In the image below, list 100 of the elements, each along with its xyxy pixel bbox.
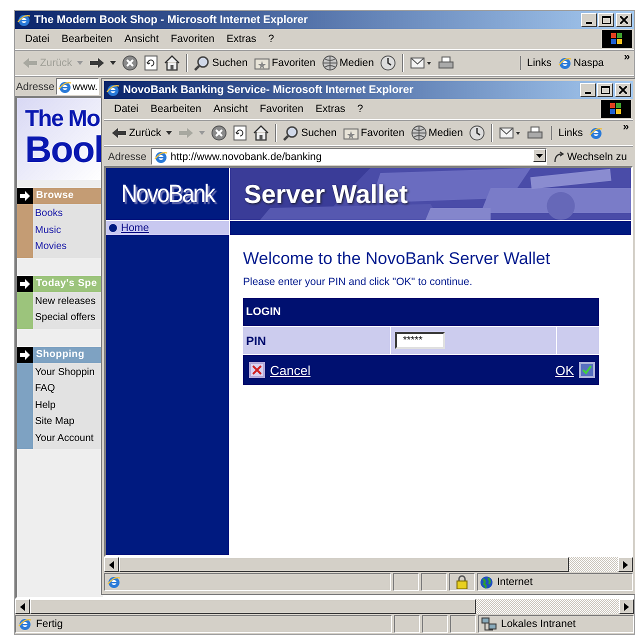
maximize-button[interactable] <box>598 13 614 27</box>
clock-icon <box>468 125 485 141</box>
sidebar-item[interactable]: Your Shoppin <box>33 364 103 381</box>
menu-item[interactable]: ? <box>351 103 370 115</box>
status-pane <box>393 573 419 591</box>
menu-item[interactable]: Datei <box>108 103 145 115</box>
caret-icon <box>166 131 172 135</box>
caret-icon <box>199 131 206 135</box>
maximize-button[interactable] <box>597 83 613 97</box>
cancel-icon <box>249 362 265 378</box>
page-icon <box>154 150 168 164</box>
sidebar-link[interactable]: Music <box>33 222 103 239</box>
printer-icon <box>526 126 543 140</box>
address-field[interactable]: www. <box>56 78 99 95</box>
network-icon <box>481 617 497 631</box>
section-heading: Today's Spe <box>33 276 103 292</box>
scroll-left-button[interactable] <box>15 599 30 614</box>
menu-item[interactable]: Ansicht <box>207 103 254 115</box>
scroll-right-button[interactable] <box>618 557 633 572</box>
back-arrow-icon <box>111 127 127 139</box>
close-icon <box>619 86 627 94</box>
banner-title: Server Wallet <box>244 178 408 210</box>
scroll-left-button[interactable] <box>104 557 119 572</box>
star-folder-icon <box>342 126 359 140</box>
window-title: The Modern Book Shop - Microsoft Internet Explorer <box>34 14 309 26</box>
back-button[interactable]: Zurück <box>108 127 176 139</box>
ie-icon <box>588 126 603 140</box>
dropdown-button[interactable] <box>533 149 546 162</box>
caret-icon <box>110 61 116 65</box>
forward-arrow-icon <box>89 57 106 69</box>
section-heading: Browse <box>33 188 103 204</box>
curved-arrow-icon <box>553 150 566 162</box>
close-button[interactable] <box>616 13 632 27</box>
sidebar-link[interactable]: Books <box>33 206 103 222</box>
stop-icon <box>211 125 228 141</box>
logo-text: The Mo <box>25 106 101 131</box>
sidebar-item[interactable]: Special offers <box>33 310 103 326</box>
scroll-thumb[interactable] <box>30 599 476 614</box>
menu-item[interactable]: Extras <box>220 33 262 45</box>
menu-item[interactable]: Extras <box>310 103 352 115</box>
globe-icon <box>322 55 338 71</box>
search-button[interactable]: Suchen <box>191 55 251 71</box>
cancel-link[interactable]: Cancel <box>249 362 310 378</box>
search-button[interactable]: Suchen <box>280 125 340 141</box>
nav-link[interactable]: Home <box>106 221 229 235</box>
media-button[interactable]: Medien <box>318 55 377 71</box>
sidebar-item[interactable]: New releases <box>33 294 103 310</box>
sidebar-link[interactable]: Movies <box>33 239 103 256</box>
star-folder-icon <box>254 56 270 70</box>
left-triangle-icon <box>20 602 25 610</box>
maximize-icon <box>602 16 610 24</box>
favorites-button[interactable]: Favoriten <box>250 56 318 70</box>
status-text: Fertig <box>36 618 63 630</box>
forward-arrow-icon <box>178 127 194 139</box>
sidebar-item[interactable]: Help <box>33 398 103 414</box>
address-field[interactable]: http://www.novobank.de/banking <box>150 148 548 165</box>
links-label[interactable]: Links <box>558 127 583 139</box>
media-button[interactable]: Medien <box>408 125 466 141</box>
ok-link[interactable]: OK <box>555 362 595 378</box>
sidebar-item[interactable]: Your Account <box>33 430 103 447</box>
envelope-icon <box>410 56 432 70</box>
search-icon <box>283 125 300 141</box>
section-heading: Shopping <box>33 346 103 362</box>
ie-icon <box>17 13 31 27</box>
scroll-right-button[interactable] <box>619 599 634 614</box>
zone-text: Lokales Intranet <box>501 618 576 630</box>
go-button[interactable]: Wechseln zu <box>551 150 629 162</box>
windows-logo-icon <box>602 30 632 48</box>
menu-item[interactable]: Favoriten <box>164 33 221 45</box>
menu-item[interactable]: Bearbeiten <box>144 103 208 115</box>
status-pane <box>394 615 420 633</box>
maximize-icon <box>600 86 610 94</box>
favorites-button[interactable]: Favoriten <box>340 126 408 140</box>
more-chevron[interactable]: » <box>604 51 634 63</box>
bullet-icon <box>109 224 117 232</box>
menu-item[interactable]: Favoriten <box>254 103 310 115</box>
menu-item[interactable]: Ansicht <box>118 33 165 45</box>
ie-icon <box>106 83 120 97</box>
menu-item[interactable]: ? <box>262 33 280 45</box>
menu-item[interactable]: Datei <box>19 33 56 45</box>
links-label[interactable]: Links <box>527 57 552 69</box>
minimize-button[interactable] <box>580 83 596 97</box>
globe-icon <box>480 576 493 588</box>
address-label: Adresse <box>16 80 55 92</box>
close-button[interactable] <box>615 83 631 97</box>
search-icon <box>194 55 210 71</box>
menu-item[interactable]: Bearbeiten <box>56 33 118 45</box>
page-icon <box>58 80 72 94</box>
pin-field[interactable]: ***** <box>395 332 445 349</box>
window-title: NovoBank Banking Service- Microsoft Internet Explorer <box>123 84 414 96</box>
page-heading: Welcome to the NovoBank Server Wallet <box>243 249 552 269</box>
sidebar-item[interactable]: FAQ <box>33 381 103 398</box>
minimize-button[interactable] <box>581 13 597 27</box>
scrollbar-track[interactable] <box>15 599 634 614</box>
zone-text: Internet <box>497 576 533 588</box>
refresh-icon <box>144 55 158 71</box>
more-chevron[interactable]: » <box>602 121 633 133</box>
sidebar-item[interactable]: Site Map <box>33 414 103 430</box>
link-button[interactable]: Naspa <box>574 57 604 69</box>
address-label: Adresse <box>108 150 147 162</box>
